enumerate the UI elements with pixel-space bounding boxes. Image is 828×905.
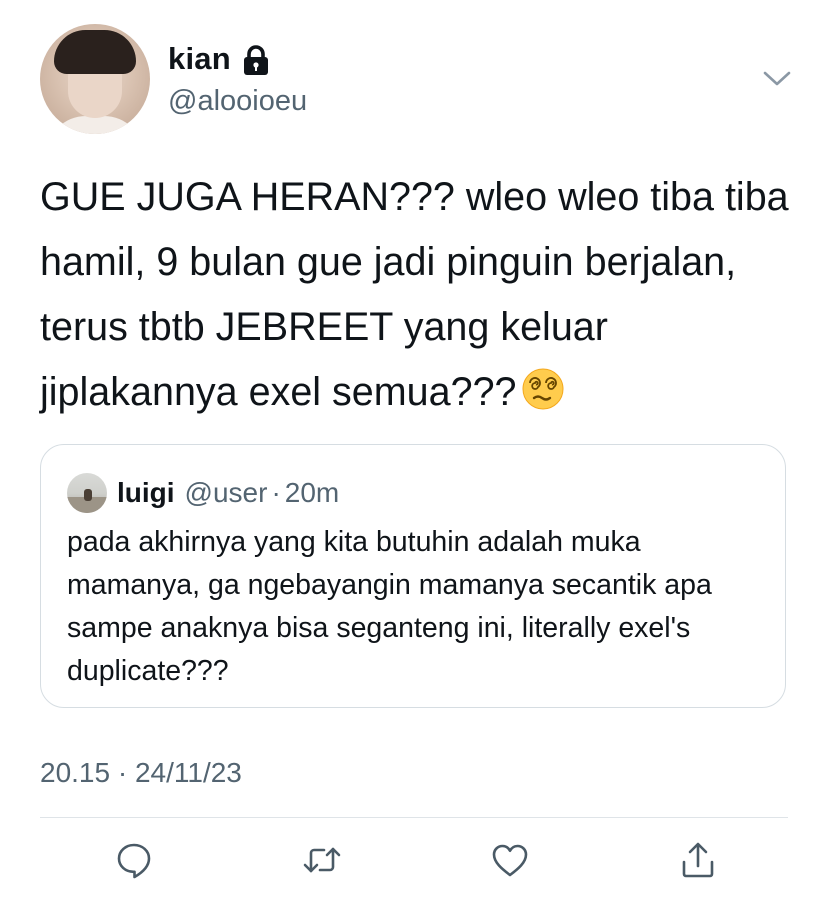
quoted-author-name: luigi (117, 477, 175, 508)
like-button[interactable] (488, 838, 532, 882)
author-avatar[interactable] (40, 24, 150, 134)
retweet-button[interactable] (300, 838, 344, 882)
tweet-action-bar (0, 838, 828, 882)
tweet-text: GUE JUGA HERAN??? wleo wleo tiba tiba ha… (40, 165, 800, 425)
author-name-row: kian (168, 40, 271, 78)
avatar-shirt (46, 116, 144, 134)
author-display-name[interactable]: kian (168, 40, 231, 78)
share-button[interactable] (676, 838, 720, 882)
quoted-tweet-header: luigi @user · 20m (67, 473, 339, 513)
reply-icon (117, 843, 151, 879)
share-icon (682, 842, 714, 878)
quoted-time: 20m (284, 477, 340, 508)
actions-divider (40, 817, 788, 818)
reply-button[interactable] (112, 838, 156, 882)
author-handle[interactable]: @alooioeu (168, 84, 307, 118)
tweet-body: GUE JUGA HERAN??? wleo wleo tiba tiba ha… (40, 175, 789, 414)
quoted-tweet-card[interactable]: luigi @user · 20m pada akhirnya yang kita … (40, 444, 786, 708)
avatar-hair (54, 30, 136, 74)
chevron-down-icon[interactable] (760, 64, 794, 92)
quoted-author-handle: @user (184, 477, 268, 508)
face-with-spiral-eyes-emoji (521, 366, 565, 410)
lock-icon (241, 44, 271, 78)
avatar-figure (84, 489, 92, 501)
quoted-tweet-text: pada akhirnya yang kita butuhin adalah m… (67, 526, 712, 687)
quoted-separator: · (271, 477, 281, 508)
heart-icon (492, 844, 528, 877)
retweet-icon (303, 847, 341, 873)
quoted-author-avatar (67, 473, 107, 513)
tweet-timestamp[interactable]: 20.15 · 24/11/23 (40, 756, 242, 790)
